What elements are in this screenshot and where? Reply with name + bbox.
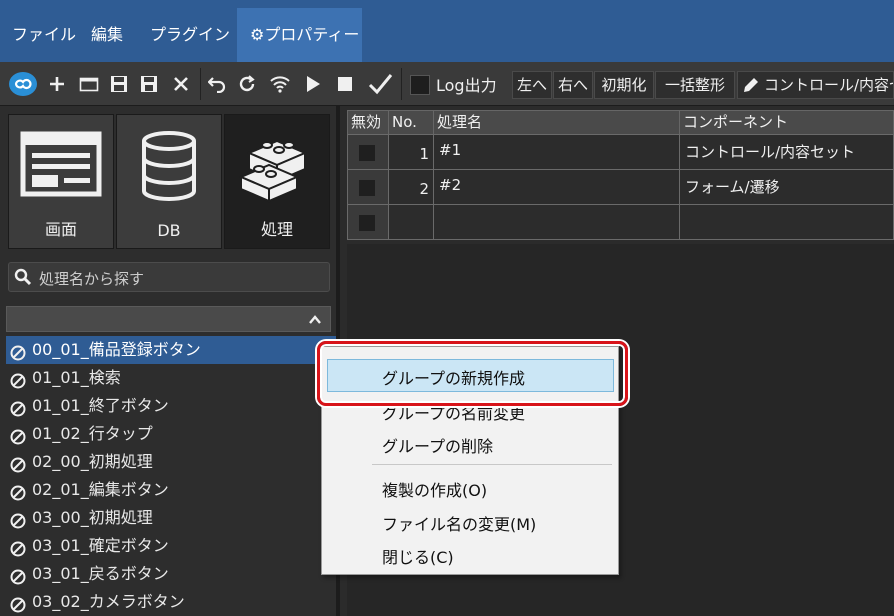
col-header-component[interactable]: コンポーネント [679, 110, 894, 135]
cell-component[interactable] [679, 204, 894, 240]
move-right-button[interactable]: 右へ [553, 71, 593, 99]
menu-bar: ファイル 編集 プラグイン ⚙プロパティー [0, 0, 894, 62]
new-window-icon[interactable] [78, 72, 100, 96]
menu-item-rename-file[interactable]: ファイル名の変更(M) [382, 511, 536, 535]
chevron-up-icon[interactable] [308, 312, 322, 330]
close-icon[interactable] [170, 72, 192, 96]
tree-item[interactable]: 03_02_カメラボタン [6, 588, 336, 616]
tree-item[interactable]: 01_01_終了ボタン [6, 392, 336, 420]
toolbar-divider [200, 68, 201, 100]
menu-item-delete-group[interactable]: グループの削除 [382, 433, 493, 457]
cell-no[interactable]: 2 [388, 169, 434, 205]
save-icon[interactable] [108, 72, 130, 96]
category-process[interactable]: 処理 [224, 114, 330, 249]
log-checkbox[interactable] [410, 75, 430, 95]
tree-item[interactable]: 02_00_初期処理 [6, 448, 336, 476]
tree-item[interactable]: 02_01_編集ボタン [6, 476, 336, 504]
screen-icon [20, 131, 102, 201]
tree-item-label: 02_00_初期処理 [32, 452, 153, 471]
save-all-icon[interactable] [138, 72, 160, 96]
cell-component[interactable]: コントロール/内容セット [679, 134, 894, 170]
process-icon [10, 594, 26, 616]
tree-item-label: 01_01_検索 [32, 368, 121, 387]
cell-disabled[interactable] [347, 204, 389, 240]
row-number: 2 [419, 180, 429, 198]
category-db-label: DB [157, 221, 181, 240]
menu-separator [372, 464, 612, 465]
callout-highlight-box [317, 341, 628, 406]
tree-item-label: 03_00_初期処理 [32, 508, 153, 527]
cell-name[interactable] [433, 204, 680, 240]
tree-item[interactable]: 01_02_行タップ [6, 420, 336, 448]
toolbar-divider [401, 68, 402, 100]
left-panel: 画面 DB 処理 処理名から探す 00_01_備品登録ボタン 01_01_検索 01… [0, 106, 340, 616]
tree-item[interactable]: 03_01_戻るボタン [6, 560, 336, 588]
cell-component[interactable]: フォーム/遷移 [679, 169, 894, 205]
menu-plugin[interactable]: プラグイン [150, 21, 230, 45]
stop-icon[interactable] [334, 72, 356, 96]
cell-no[interactable] [388, 204, 434, 240]
tree-item-label: 03_01_戻るボタン [32, 564, 169, 583]
tab-properties-label: ⚙プロパティー [250, 25, 360, 44]
menu-item-duplicate[interactable]: 複製の作成(O) [382, 477, 487, 501]
row-number: 1 [419, 145, 429, 163]
tree-item-label: 02_01_編集ボタン [32, 480, 169, 499]
refresh-icon[interactable] [236, 72, 258, 96]
format-all-button[interactable]: 一括整形 [655, 71, 735, 99]
move-left-button[interactable]: 左へ [512, 71, 552, 99]
cell-disabled[interactable] [347, 169, 389, 205]
tree-item-label: 00_01_備品登録ボタン [32, 340, 201, 359]
cell-name[interactable]: #2 [433, 169, 680, 205]
tree-item-label: 03_01_確定ボタン [32, 536, 169, 555]
cell-disabled[interactable] [347, 134, 389, 170]
col-header-name[interactable]: 処理名 [433, 110, 680, 135]
tab-properties[interactable]: ⚙プロパティー [237, 8, 362, 62]
log-output-label: Log出力 [436, 76, 497, 95]
menu-item-close[interactable]: 閉じる(C) [382, 544, 454, 568]
process-name: #1 [439, 141, 462, 159]
component-dropdown-label: コントロール/内容セ [764, 76, 894, 94]
process-tree: 00_01_備品登録ボタン 01_01_検索 01_01_終了ボタン 01_02_行タ… [6, 336, 336, 616]
undo-icon[interactable] [206, 72, 228, 96]
wireless-icon[interactable] [268, 72, 292, 96]
pencil-icon [741, 75, 761, 95]
toolbar: Log出力 左へ 右へ 初期化 一括整形 コントロール/内容セ [0, 62, 894, 106]
search-input[interactable]: 処理名から探す [8, 262, 330, 292]
process-name: #2 [439, 176, 462, 194]
database-icon [139, 131, 199, 205]
tree-item[interactable]: 03_01_確定ボタン [6, 532, 336, 560]
disable-checkbox[interactable] [358, 144, 376, 162]
tree-item-label: 03_02_カメラボタン [32, 592, 185, 611]
component-name: コントロール/内容セット [685, 143, 856, 161]
collapse-bar[interactable] [6, 306, 331, 332]
disable-checkbox[interactable] [358, 214, 376, 232]
cell-no[interactable]: 1 [388, 134, 434, 170]
col-header-disabled[interactable]: 無効 [347, 110, 389, 135]
tree-item[interactable]: 01_01_検索 [6, 364, 336, 392]
component-name: フォーム/遷移 [685, 178, 780, 196]
disable-checkbox[interactable] [358, 179, 376, 197]
menu-file[interactable]: ファイル [12, 21, 76, 45]
cell-name[interactable]: #1 [433, 134, 680, 170]
tree-item-label: 01_01_終了ボタン [32, 396, 169, 415]
tree-item-label: 01_02_行タップ [32, 424, 153, 443]
initialize-button[interactable]: 初期化 [594, 71, 654, 99]
menu-edit[interactable]: 編集 [91, 21, 123, 45]
category-screen[interactable]: 画面 [8, 114, 114, 249]
search-placeholder: 処理名から探す [39, 270, 145, 288]
check-icon[interactable] [366, 70, 394, 98]
add-icon[interactable] [46, 72, 68, 96]
tree-item[interactable]: 03_00_初期処理 [6, 504, 336, 532]
search-icon [14, 268, 32, 290]
link-icon[interactable] [6, 70, 40, 98]
col-header-no[interactable]: No. [388, 110, 434, 135]
tree-item[interactable]: 00_01_備品登録ボタン [6, 336, 336, 364]
play-icon[interactable] [302, 72, 324, 96]
blocks-icon [235, 131, 319, 209]
category-process-label: 処理 [260, 220, 293, 239]
category-db[interactable]: DB [116, 114, 222, 249]
category-screen-label: 画面 [44, 220, 77, 239]
